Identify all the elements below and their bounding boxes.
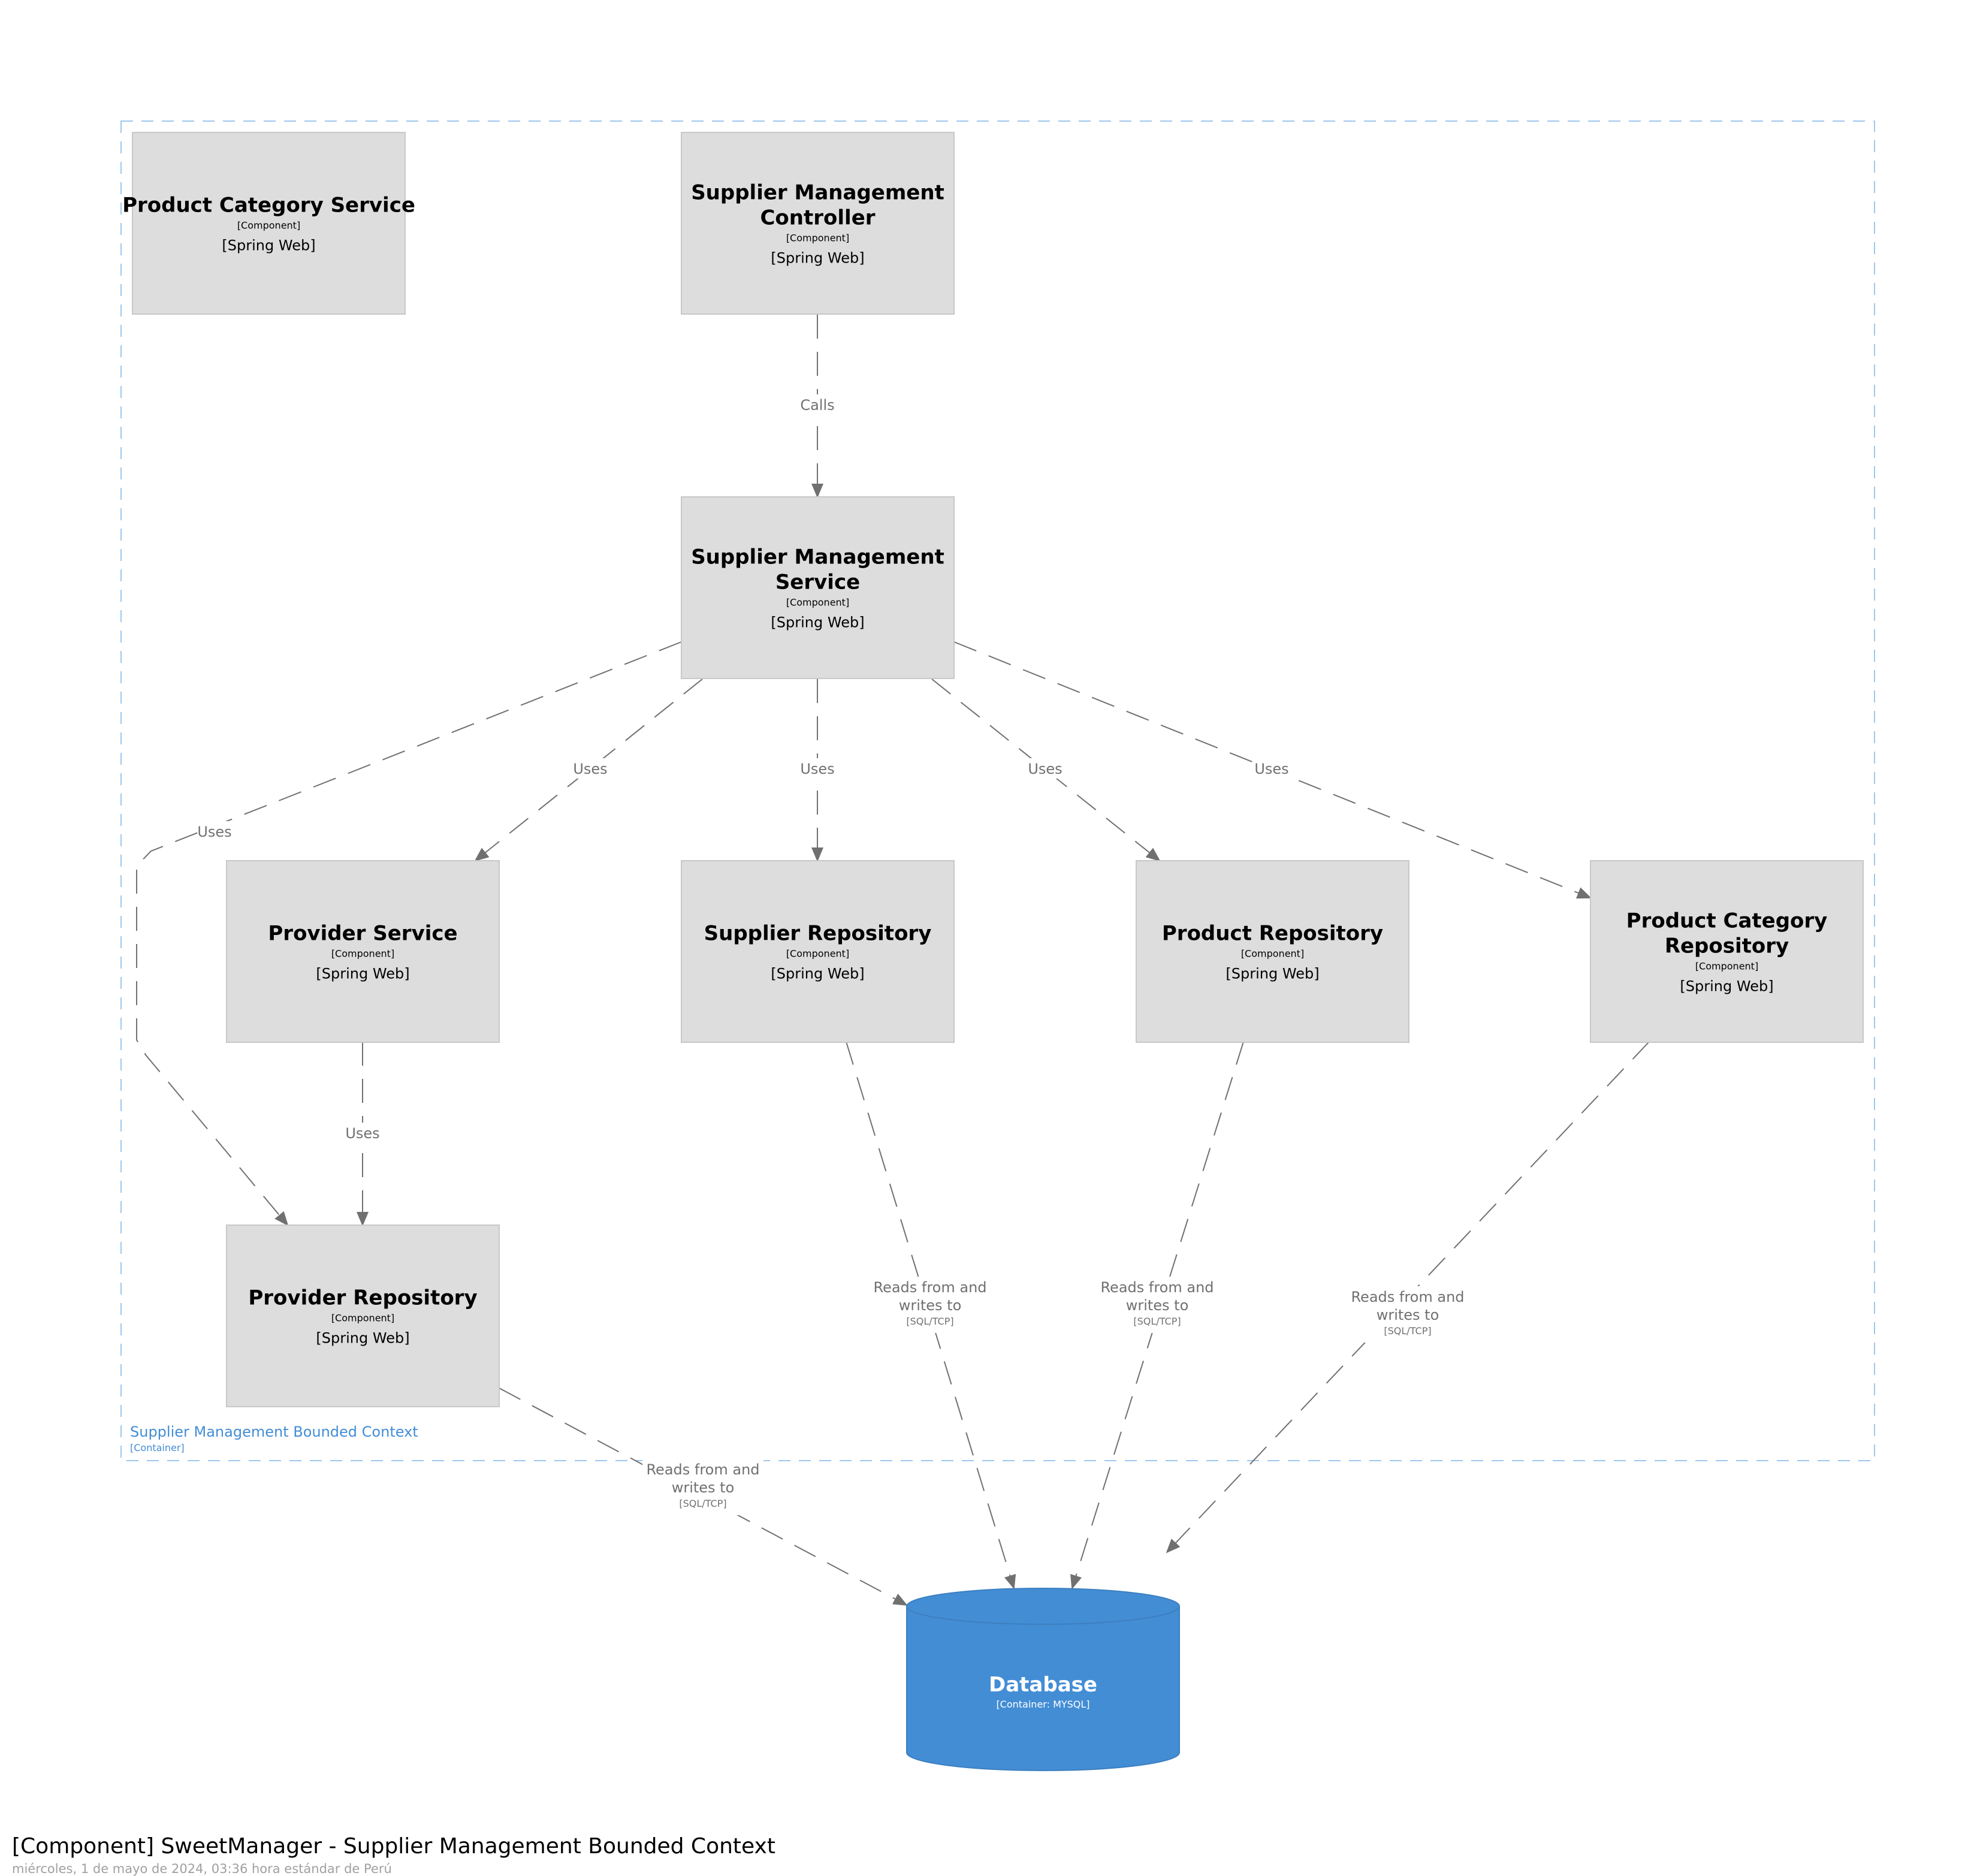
component-title: Repository: [1665, 934, 1789, 958]
component-title: Supplier Repository: [704, 922, 932, 946]
relationship-label: Reads from and: [873, 1279, 986, 1296]
component-title: Provider Service: [268, 922, 457, 946]
relationship-sms-to-ps[interactable]: Uses: [474, 678, 703, 862]
relationship-technology: [SQL/TCP]: [1133, 1316, 1181, 1327]
component-title: Product Repository: [1162, 922, 1383, 946]
component-type: [Component]: [786, 233, 849, 244]
relationship-label: writes to: [1377, 1307, 1439, 1323]
component-type: [Component]: [786, 597, 849, 608]
relationship-label: Uses: [800, 761, 834, 777]
component-technology: [Spring Web]: [771, 614, 864, 631]
relationship-technology: [SQL/TCP]: [906, 1316, 953, 1327]
component-title: Supplier Management: [691, 181, 944, 205]
component-pcr[interactable]: Product CategoryRepository [Component] [Sp…: [1590, 860, 1864, 1043]
relationship-sr-to-db[interactable]: Reads from andwrites to [SQL/TCP]: [846, 1041, 1016, 1590]
relationship-label: Uses: [1254, 761, 1288, 777]
component-pr[interactable]: Product Repository [Component] [Spring Web…: [1136, 860, 1409, 1043]
relationship-label: Uses: [1028, 761, 1062, 777]
component-prr[interactable]: Provider Repository [Component] [Spring We…: [226, 1224, 500, 1407]
component-title: Product Category: [1626, 909, 1828, 933]
relationship-pcr-to-db[interactable]: Reads from and writes to [SQL/TCP]: [1166, 1041, 1650, 1554]
component-diagram: Supplier Management Bounded Context [Con…: [120, 120, 1875, 1771]
relationship-label: writes to: [1126, 1297, 1189, 1314]
component-sr[interactable]: Supplier Repository [Component] [Spring We…: [681, 860, 955, 1043]
component-type: [Component]: [331, 948, 394, 960]
component-title: Provider Repository: [248, 1286, 477, 1310]
container-name: Supplier Management Bounded Context: [130, 1423, 418, 1440]
diagram-date: miércoles, 1 de mayo de 2024, 03:36 hora…: [12, 1862, 392, 1876]
component-technology: [Spring Web]: [1226, 966, 1319, 982]
components: Product Category Service [Component] [Spri…: [122, 132, 1864, 1407]
component-type: [Component]: [786, 948, 849, 960]
component-technology: [Spring Web]: [316, 966, 409, 982]
component-type: [Component]: [237, 220, 300, 231]
component-technology: [Spring Web]: [316, 1330, 409, 1347]
relationship-label: Reads from and: [646, 1461, 759, 1478]
component-ps[interactable]: Provider Service [Component] [Spring Web]: [226, 860, 500, 1043]
component-title: Controller: [760, 206, 875, 230]
database-type: [Container: MYSQL]: [996, 1699, 1089, 1710]
component-type: [Component]: [1241, 948, 1304, 960]
relationship-sms-to-sr[interactable]: Uses: [800, 679, 835, 862]
relationship-label: Reads from and: [1100, 1279, 1214, 1296]
component-sms[interactable]: Supplier ManagementService [Component] [Sp…: [681, 496, 955, 679]
relationship-technology: [SQL/TCP]: [1384, 1325, 1431, 1337]
relationship-label: Uses: [345, 1125, 379, 1142]
component-technology: [Spring Web]: [771, 966, 864, 982]
relationship-label: Uses: [197, 824, 231, 840]
component-smc[interactable]: Supplier ManagementController [Component]…: [681, 132, 955, 315]
relationship-ps-to-prr[interactable]: Uses: [345, 1042, 380, 1226]
component-title: Service: [775, 571, 860, 595]
database-container[interactable]: Database [Container: MYSQL]: [906, 1588, 1180, 1771]
relationship-smc-to-sms[interactable]: Calls: [796, 315, 839, 498]
component-technology: [Spring Web]: [771, 250, 864, 267]
relationship-label: Reads from and: [1351, 1289, 1464, 1305]
relationship-label: Calls: [800, 397, 834, 414]
relationship-prr-to-db[interactable]: Reads from andwrites to [SQL/TCP]: [499, 1388, 908, 1606]
component-type: [Component]: [331, 1313, 394, 1324]
relationship-pr-to-db[interactable]: Reads from andwrites to [SQL/TCP]: [1070, 1041, 1244, 1590]
component-type: [Component]: [1695, 961, 1758, 972]
relationship-label: writes to: [899, 1297, 962, 1314]
component-title: Product Category Service: [122, 194, 415, 218]
component-title: Supplier Management: [691, 545, 944, 569]
relationship-sms-to-pr[interactable]: Uses: [931, 678, 1161, 862]
component-technology: [Spring Web]: [222, 237, 315, 254]
relationship-label: Uses: [573, 761, 607, 777]
component-technology: [Spring Web]: [1680, 978, 1773, 995]
relationship-label: writes to: [672, 1479, 735, 1496]
relationship-technology: [SQL/TCP]: [679, 1498, 726, 1509]
container-type: [Container]: [130, 1442, 185, 1453]
component-pcs[interactable]: Product Category Service [Component] [Spri…: [122, 132, 415, 315]
diagram-title: [Component] SweetManager - Supplier Mana…: [12, 1834, 775, 1859]
database-title: Database: [989, 1673, 1097, 1697]
